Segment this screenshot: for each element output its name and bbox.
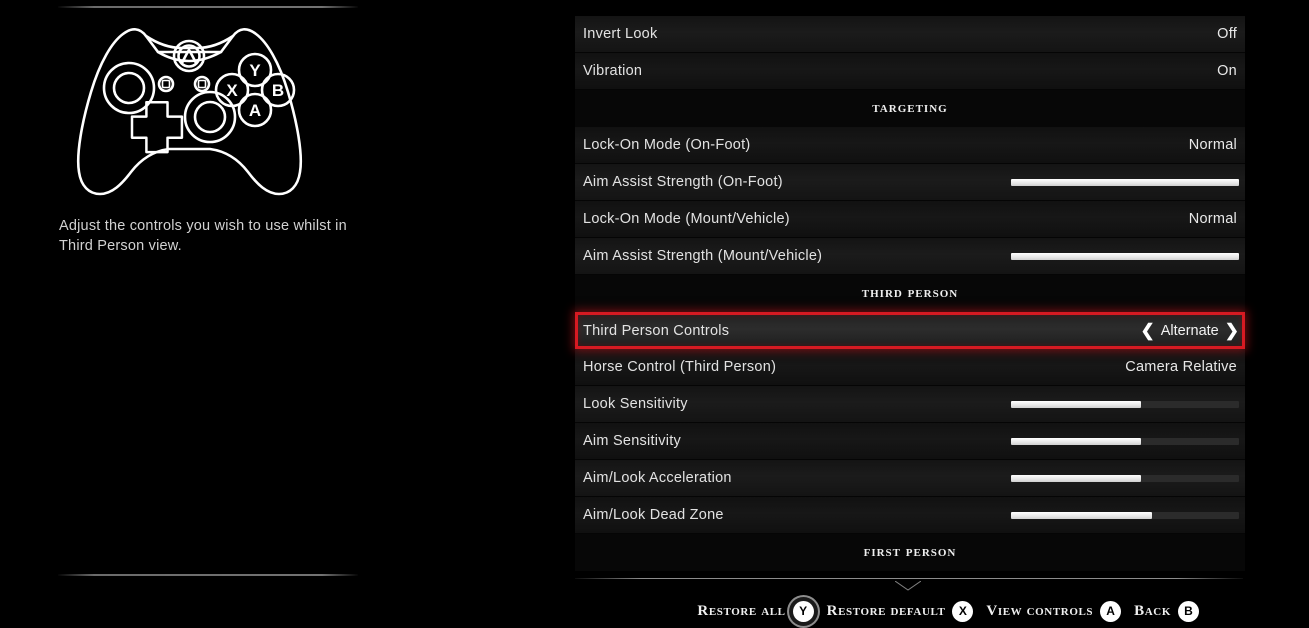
section-header: Third Person <box>575 275 1245 312</box>
left-info-panel: Y X B A Adjust the controls you wish to … <box>0 0 575 628</box>
slider-fill <box>1011 437 1141 445</box>
helper-description: Adjust the controls you wish to use whil… <box>59 218 347 254</box>
settings-row-label: Aim/Look Acceleration <box>583 470 732 486</box>
settings-row-value: Camera Relative <box>1125 359 1237 375</box>
settings-row-label: Invert Look <box>583 26 658 42</box>
settings-row-selected[interactable]: Third Person Controls ❮ Alternate ❯ <box>575 312 1245 349</box>
chevron-right-icon[interactable]: ❯ <box>1225 322 1239 339</box>
slider-fill <box>1011 252 1239 260</box>
controller-button-a: A <box>249 101 261 120</box>
settings-row[interactable]: Aim/Look Acceleration <box>575 460 1245 497</box>
settings-slider[interactable] <box>1011 400 1239 408</box>
button-prompt[interactable]: View Controls A <box>986 600 1122 622</box>
settings-row-label: Aim Assist Strength (On-Foot) <box>583 174 783 190</box>
slider-fill <box>1011 400 1141 408</box>
slider-fill <box>1011 474 1141 482</box>
settings-row-label: Horse Control (Third Person) <box>583 359 777 375</box>
button-prompt-label: Back <box>1134 602 1171 619</box>
button-prompt-label: Restore Default <box>826 602 946 619</box>
settings-row-label: Aim/Look Dead Zone <box>583 507 724 523</box>
button-prompt-label: Restore All <box>697 602 786 619</box>
settings-row[interactable]: Lock-On Mode (Mount/Vehicle) Normal <box>575 201 1245 238</box>
xbox-controller-icon: Y X B A <box>62 14 317 204</box>
settings-slider[interactable] <box>1011 437 1239 445</box>
section-header: Targeting <box>575 90 1245 127</box>
controller-button-x: X <box>226 81 238 100</box>
value-stepper[interactable]: ❮ Alternate ❯ <box>1140 322 1242 339</box>
settings-row-value: Normal <box>1188 137 1237 153</box>
settings-row[interactable]: Aim Assist Strength (On-Foot) <box>575 164 1245 201</box>
gamepad-button-a-icon[interactable]: A <box>1100 600 1122 622</box>
controller-button-y: Y <box>249 61 261 80</box>
chevron-left-icon[interactable]: ❮ <box>1140 322 1154 339</box>
settings-row-label: Vibration <box>583 63 643 79</box>
settings-row-value: On <box>1217 63 1237 79</box>
divider-top <box>58 6 358 8</box>
settings-row-label: Lock-On Mode (On-Foot) <box>583 137 751 153</box>
settings-menu-panel: Invert Look Off Vibration On Targeting Lock-O… <box>575 0 1309 628</box>
bottom-notch-ornament <box>894 578 922 591</box>
gamepad-button-b-icon[interactable]: B <box>1178 600 1199 622</box>
bottom-action-bar: Restore All Y Restore Default X View Control… <box>575 572 1309 628</box>
settings-row-label: Lock-On Mode (Mount/Vehicle) <box>583 211 790 227</box>
settings-row-label: Look Sensitivity <box>583 396 688 412</box>
settings-row-value: Alternate <box>1160 322 1219 339</box>
button-prompt[interactable]: Back B <box>1134 600 1199 622</box>
gamepad-button-y-icon[interactable]: Y <box>792 600 814 622</box>
slider-fill <box>1011 511 1153 519</box>
button-prompt-row: Restore All Y Restore Default X View Control… <box>575 596 1243 626</box>
settings-row[interactable]: Aim/Look Dead Zone <box>575 497 1245 534</box>
settings-row-value: Normal <box>1188 211 1237 227</box>
slider-fill <box>1011 178 1239 186</box>
button-prompt[interactable]: Restore Default X <box>826 600 974 622</box>
settings-row[interactable]: Horse Control (Third Person) Camera Relat… <box>575 349 1245 386</box>
controller-button-b: B <box>272 81 284 100</box>
settings-row[interactable]: Look Sensitivity <box>575 386 1245 423</box>
settings-row-label: Aim Assist Strength (Mount/Vehicle) <box>583 248 823 264</box>
gamepad-button-x-icon[interactable]: X <box>952 600 974 622</box>
settings-row[interactable]: Aim Sensitivity <box>575 423 1245 460</box>
divider-bottom <box>58 574 358 576</box>
button-prompt-label: View Controls <box>986 602 1094 619</box>
settings-row[interactable]: Lock-On Mode (On-Foot) Normal <box>575 127 1245 164</box>
settings-row-value: Off <box>1217 26 1237 42</box>
settings-slider[interactable] <box>1011 474 1239 482</box>
settings-row-list: Invert Look Off Vibration On Targeting Lock-O… <box>575 16 1245 571</box>
settings-row[interactable]: Vibration On <box>575 53 1245 90</box>
settings-slider[interactable] <box>1011 252 1239 260</box>
settings-slider[interactable] <box>1011 178 1239 186</box>
settings-row-label: Aim Sensitivity <box>583 433 682 449</box>
settings-row[interactable]: Invert Look Off <box>575 16 1245 53</box>
section-header: First Person <box>575 534 1245 571</box>
button-prompt[interactable]: Restore All Y <box>697 600 814 622</box>
settings-row[interactable]: Aim Assist Strength (Mount/Vehicle) <box>575 238 1245 275</box>
settings-row-label: Third Person Controls <box>583 322 730 339</box>
settings-slider[interactable] <box>1011 511 1239 519</box>
